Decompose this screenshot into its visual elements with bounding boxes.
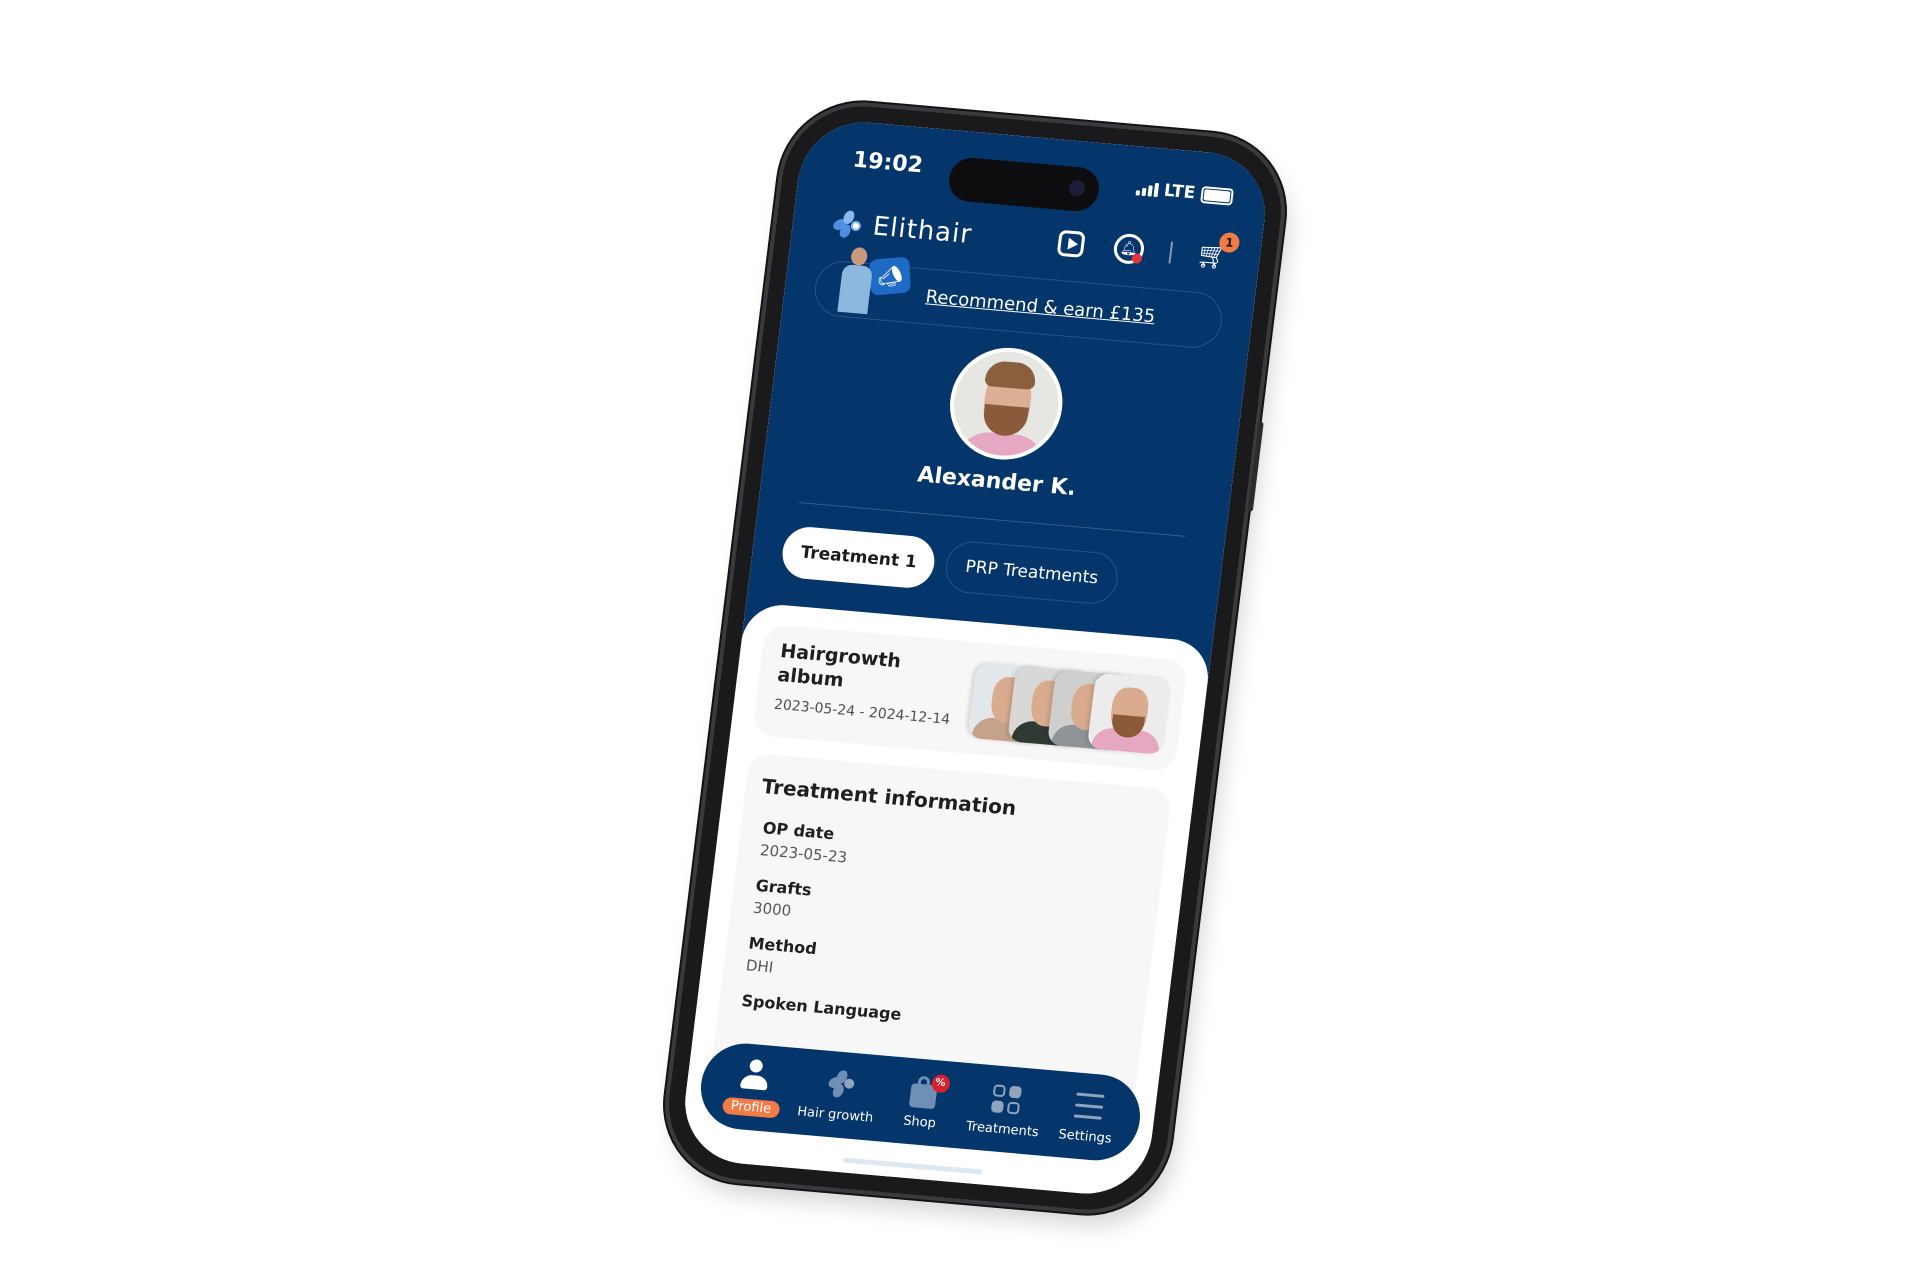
header-actions: 🔔︎ 🛒︎ 1 [1052, 225, 1241, 275]
video-guide-button[interactable] [1052, 225, 1090, 262]
field-spoken-language: Spoken Language [740, 991, 902, 1024]
network-label: LTE [1162, 180, 1197, 204]
field-value: 2023-05-23 [759, 841, 849, 867]
recommend-link[interactable]: Recommend & earn £135 [924, 286, 1156, 327]
nav-hair-growth[interactable]: Hair growth [796, 1064, 878, 1125]
field-grafts: Grafts 3000 [752, 876, 813, 922]
field-label: Grafts [754, 875, 813, 900]
cart-button[interactable]: 🛒︎ 1 [1194, 231, 1241, 275]
nav-label: Treatments [965, 1118, 1040, 1140]
phone-screen: 19:02 LTE Elithair 🔔︎ 🛒︎ 1 📣︎ Recommend … [677, 117, 1273, 1199]
field-label: Method [747, 933, 818, 959]
nav-label: Shop [902, 1113, 937, 1131]
menu-icon [1070, 1088, 1108, 1125]
bell-icon: 🔔︎ [1112, 232, 1146, 266]
nav-profile[interactable]: Profile [720, 1056, 787, 1119]
phone-frame: 19:02 LTE Elithair 🔔︎ 🛒︎ 1 📣︎ Recommend … [660, 99, 1290, 1217]
camera-icon [1068, 179, 1086, 197]
nav-label: Hair growth [796, 1103, 875, 1126]
album-thumbnails [967, 662, 1172, 755]
field-value: 3000 [751, 898, 793, 920]
stage: 19:02 LTE Elithair 🔔︎ 🛒︎ 1 📣︎ Recommend … [0, 0, 1920, 1280]
nav-settings[interactable]: Settings [1054, 1087, 1120, 1147]
header-divider [1168, 241, 1174, 264]
cart-count-badge: 1 [1218, 231, 1241, 254]
field-value: DHI [744, 956, 775, 977]
sale-badge: % [930, 1073, 951, 1093]
dynamic-island [946, 156, 1102, 213]
field-method: Method DHI [745, 933, 818, 980]
field-label: Spoken Language [740, 991, 903, 1024]
album-dates: 2023-05-24 - 2024-12-14 [772, 696, 951, 728]
notification-dot [1131, 253, 1143, 264]
nav-label: Settings [1057, 1126, 1113, 1147]
album-photo [1086, 672, 1172, 755]
app-name: Elithair [871, 211, 974, 251]
person-icon [736, 1058, 774, 1095]
battery-icon [1200, 185, 1235, 206]
field-op-date: OP date 2023-05-23 [759, 818, 851, 866]
field-label: OP date [761, 818, 836, 844]
app-logo[interactable]: Elithair [831, 208, 974, 250]
shop-bag-icon: % [904, 1073, 951, 1110]
nav-shop[interactable]: % Shop [889, 1072, 955, 1132]
hairgrowth-album-card[interactable]: Hairgrowth album 2023-05-24 - 2024-12-14 [752, 623, 1189, 772]
side-button [1247, 421, 1264, 512]
notifications-button[interactable]: 🔔︎ [1110, 230, 1148, 267]
album-title: Hairgrowth album [776, 640, 903, 692]
status-indicators: LTE [1135, 178, 1235, 206]
treatment-info-title: Treatment information [760, 773, 1018, 821]
avatar[interactable] [943, 343, 1069, 465]
nav-treatments[interactable]: Treatments [965, 1079, 1044, 1140]
promo-illustration: 📣︎ [831, 246, 911, 318]
status-time: 19:02 [851, 147, 925, 179]
nav-label: Profile [721, 1096, 781, 1119]
tab-treatment-1[interactable]: Treatment 1 [779, 525, 938, 590]
elithair-logo-icon [831, 208, 864, 240]
treatment-tabs: Treatment 1 PRP Treatments [779, 525, 1121, 606]
elithair-logo-icon [820, 1066, 858, 1103]
signal-icon [1135, 181, 1159, 198]
video-play-icon [1056, 229, 1086, 258]
promo-person-image [835, 246, 877, 315]
tab-prp-treatments[interactable]: PRP Treatments [943, 539, 1121, 606]
grid-icon [987, 1081, 1025, 1118]
